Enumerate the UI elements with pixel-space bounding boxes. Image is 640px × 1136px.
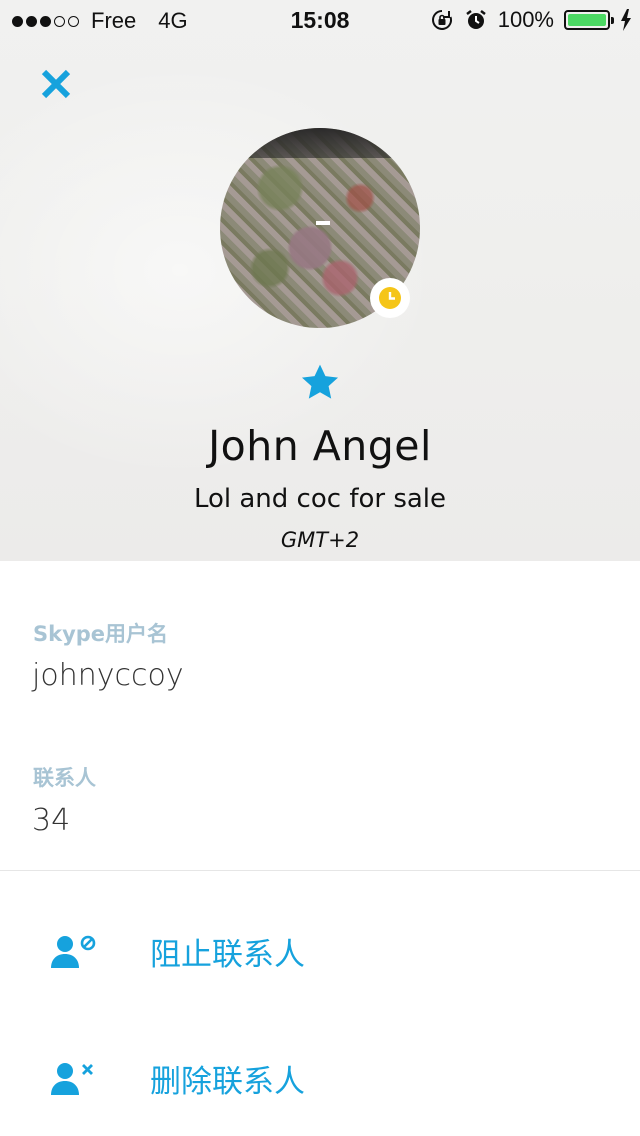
- status-bar: Free 4G 15:08 100%: [0, 0, 640, 40]
- battery-level: [568, 14, 606, 26]
- delete-contact-label: 删除联系人: [150, 1064, 305, 1100]
- battery-percent: 100%: [497, 7, 554, 32]
- star-icon: [301, 364, 339, 399]
- block-contact-button[interactable]: 阻止联系人: [0, 915, 640, 995]
- alarm-icon: [465, 10, 486, 29]
- status-right: 100%: [430, 7, 632, 33]
- username-label: Skype用户名: [33, 622, 169, 646]
- clock-icon: [379, 287, 401, 309]
- presence-badge: [370, 278, 410, 318]
- timezone: GMT+2: [280, 528, 360, 552]
- close-button[interactable]: [38, 66, 74, 102]
- favorite-button[interactable]: [299, 362, 341, 404]
- mood-message: Lol and coc for sale: [193, 484, 447, 514]
- username-value: johnyccoy: [32, 658, 184, 693]
- delete-contact-button[interactable]: 删除联系人: [0, 1042, 640, 1122]
- block-contact-label: 阻止联系人: [150, 937, 305, 973]
- charging-icon: [621, 9, 631, 31]
- contacts-count: 34: [32, 803, 71, 838]
- remove-contact-icon: [51, 1063, 93, 1095]
- block-contact-icon: [51, 935, 96, 968]
- close-icon: [41, 69, 71, 99]
- rotation-lock-icon: [431, 10, 452, 30]
- divider: [0, 870, 640, 871]
- contacts-label: 联系人: [33, 766, 96, 790]
- battery-icon: [564, 10, 614, 30]
- display-name: John Angel: [208, 422, 432, 470]
